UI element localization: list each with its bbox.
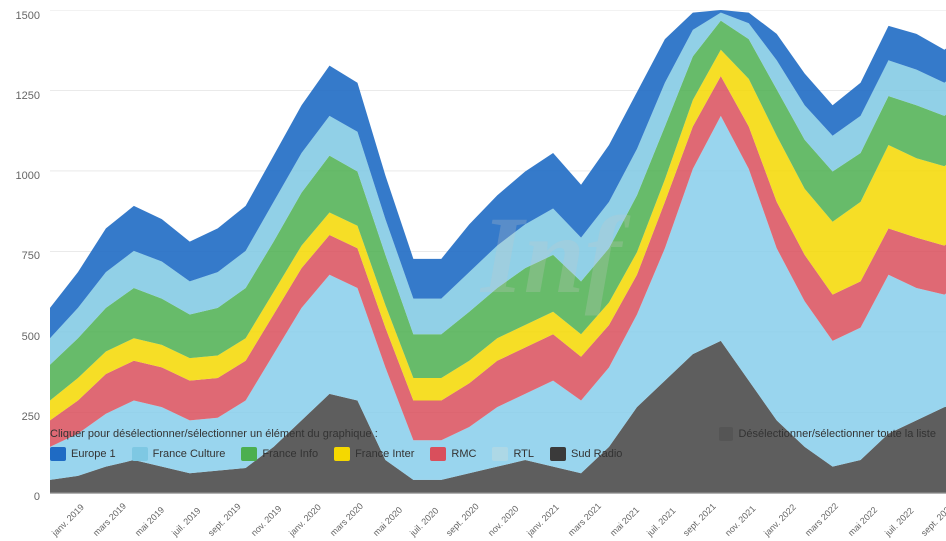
deselect-all-text[interactable]: Désélectionner/sélectionner toute la lis… xyxy=(738,428,936,440)
y-label-1250: 1250 xyxy=(16,90,40,102)
y-label-500: 500 xyxy=(22,331,40,343)
x-axis-labels: janv. 2019 mars 2019 mai 2019 juil. 2019… xyxy=(50,523,946,541)
france-culture-label: France Culture xyxy=(153,448,226,460)
france-inter-label: France Inter xyxy=(355,448,414,460)
instruction-row: Cliquer pour désélectionner/sélectionner… xyxy=(50,427,936,441)
legend-item-france-inter[interactable]: France Inter xyxy=(334,447,414,461)
france-culture-swatch xyxy=(132,447,148,461)
france-inter-swatch xyxy=(334,447,350,461)
legend-item-france-culture[interactable]: France Culture xyxy=(132,447,226,461)
sud-radio-swatch xyxy=(550,447,566,461)
chart-container: 1500 1250 1000 750 500 250 0 Inf xyxy=(0,0,946,503)
y-label-1500: 1500 xyxy=(16,10,40,22)
bottom-section: Cliquer pour désélectionner/sélectionner… xyxy=(0,423,946,503)
france-info-label: France Info xyxy=(262,448,318,460)
instruction-text: Cliquer pour désélectionner/sélectionner… xyxy=(50,428,378,440)
sud-radio-label: Sud Radio xyxy=(571,448,622,460)
rtl-swatch xyxy=(492,447,508,461)
legend-item-europe1[interactable]: Europe 1 xyxy=(50,447,116,461)
legend-row: Europe 1 France Culture France Info Fran… xyxy=(50,447,936,461)
france-info-swatch xyxy=(241,447,257,461)
y-label-1000: 1000 xyxy=(16,170,40,182)
rmc-label: RMC xyxy=(451,448,476,460)
legend-item-sud-radio[interactable]: Sud Radio xyxy=(550,447,622,461)
y-label-750: 750 xyxy=(22,250,40,262)
europe1-label: Europe 1 xyxy=(71,448,116,460)
rtl-label: RTL xyxy=(513,448,534,460)
legend-item-rmc[interactable]: RMC xyxy=(430,447,476,461)
legend-item-rtl[interactable]: RTL xyxy=(492,447,534,461)
europe1-swatch xyxy=(50,447,66,461)
y-label-250: 250 xyxy=(22,411,40,423)
deselect-all-swatch xyxy=(719,427,733,441)
legend-item-france-info[interactable]: France Info xyxy=(241,447,318,461)
rmc-swatch xyxy=(430,447,446,461)
deselect-all-container[interactable]: Désélectionner/sélectionner toute la lis… xyxy=(719,427,936,441)
